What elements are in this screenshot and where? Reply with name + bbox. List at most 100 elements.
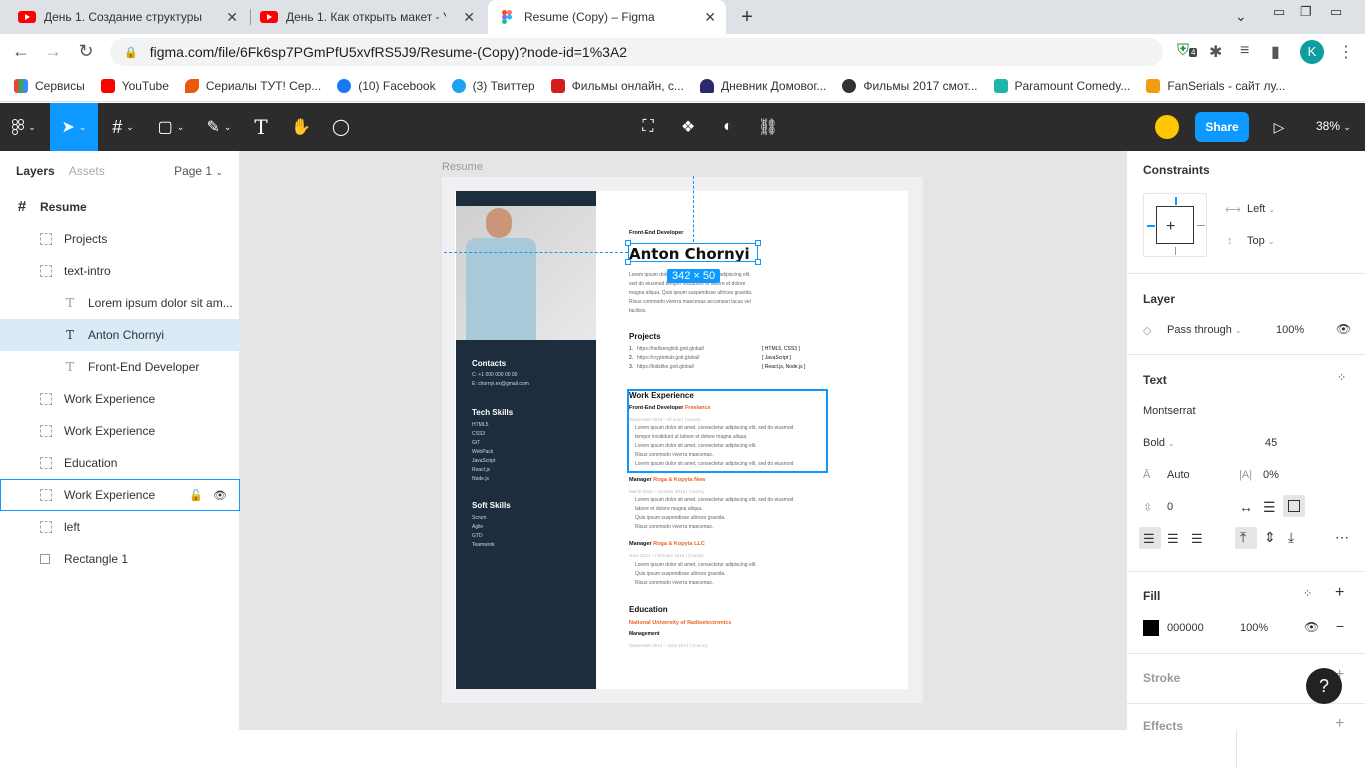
component-icon[interactable]: ❖ <box>673 103 703 151</box>
add-fill-icon[interactable]: + <box>1335 584 1344 602</box>
comment-tool-icon[interactable]: ◯ <box>326 103 356 151</box>
remove-fill-icon[interactable]: − <box>1336 618 1344 634</box>
layer-row[interactable]: Work Experience <box>0 383 240 415</box>
line-height-input[interactable]: Auto <box>1167 469 1190 481</box>
tab-layers[interactable]: Layers <box>16 164 55 178</box>
layer-row[interactable]: left <box>0 511 240 543</box>
close-icon[interactable]: ✕ <box>704 9 716 26</box>
selection-box[interactable] <box>628 243 758 262</box>
bookmark-item[interactable]: Фильмы онлайн, с... <box>550 78 684 93</box>
present-play-icon[interactable]: ▷ <box>1266 103 1292 151</box>
resize-handle[interactable] <box>755 240 761 246</box>
font-size-input[interactable]: 45 <box>1265 437 1277 449</box>
new-tab-button[interactable]: + <box>734 5 760 31</box>
back-icon[interactable]: ← <box>10 41 32 62</box>
font-weight-dropdown[interactable]: Bold ⌄ <box>1143 437 1175 449</box>
more-menu-icon[interactable]: ⋮ <box>1338 42 1354 62</box>
layer-row[interactable]: T Front-End Developer <box>0 351 240 383</box>
text-styles-grid-icon[interactable]: ⁘ <box>1337 371 1346 384</box>
layer-visibility-eye-icon[interactable]: 👁 <box>1336 322 1351 336</box>
share-button[interactable]: Share <box>1195 112 1249 142</box>
layer-row[interactable]: # Resume <box>0 191 240 223</box>
profile-avatar[interactable]: K <box>1300 40 1324 64</box>
bookmark-item[interactable]: Сервисы <box>14 78 85 93</box>
unlock-icon[interactable]: 🔓 <box>189 489 203 502</box>
fixed-size-button[interactable] <box>1283 495 1305 517</box>
main-menu-icon[interactable]: ⌄ <box>0 103 48 151</box>
align-center-icon[interactable]: ☰ <box>1167 531 1179 547</box>
move-tool-icon[interactable]: ➤ ⌄ <box>50 103 98 151</box>
mask-icon[interactable]: ◐ <box>713 103 743 151</box>
forward-icon[interactable]: → <box>42 41 64 62</box>
frame-label[interactable]: Resume <box>442 161 483 173</box>
fill-color-swatch[interactable] <box>1143 620 1159 636</box>
close-icon[interactable]: ✕ <box>463 9 475 26</box>
font-family-dropdown[interactable]: Montserrat <box>1143 405 1196 417</box>
align-bottom-icon[interactable]: ⤓ <box>1288 529 1294 546</box>
blend-mode-dropdown[interactable]: Pass through ⌄ <box>1167 324 1242 336</box>
align-right-icon[interactable]: ☰ <box>1191 531 1203 547</box>
constraint-bottom-bar[interactable] <box>1175 247 1176 255</box>
layer-opacity-input[interactable]: 100% <box>1276 324 1304 336</box>
browser-tab-active[interactable]: Resume (Copy) – Figma ✕ <box>488 0 726 34</box>
bookmark-item[interactable]: Сериалы ТУТ! Сер... <box>184 78 321 93</box>
address-bar[interactable]: 🔒 figma.com/file/6Fk6sp7PGmPfU5xvfRS5J9/… <box>110 38 1365 768</box>
align-middle-icon[interactable]: ⇕ <box>1264 529 1276 546</box>
layer-row[interactable]: text-intro <box>0 255 240 287</box>
layer-row[interactable]: T Lorem ipsum dolor sit am... <box>0 287 240 319</box>
bookmark-item[interactable]: Paramount Comedy... <box>993 78 1130 93</box>
browser-tab[interactable]: День 1. Создание структуры пр ✕ <box>8 0 248 34</box>
eye-icon[interactable]: 👁 <box>213 489 227 502</box>
frame-tool-icon[interactable]: # ⌄ <box>100 103 146 151</box>
bookmark-item[interactable]: (3) Твиттер <box>451 78 535 93</box>
extension-shield-icon[interactable]: ⛨ 4 <box>1177 42 1198 60</box>
close-icon[interactable]: ✕ <box>226 9 238 26</box>
media-icon[interactable]: ≡ <box>1240 42 1249 60</box>
bookmark-item[interactable]: YouTube <box>100 78 169 93</box>
add-effect-icon[interactable]: + <box>1335 715 1344 733</box>
layer-row[interactable]: Work Experience <box>0 415 240 447</box>
fill-opacity-input[interactable]: 100% <box>1240 622 1268 634</box>
bookmark-item[interactable]: (10) Facebook <box>337 78 436 93</box>
layer-row[interactable]: Projects <box>0 223 240 255</box>
close-window-icon[interactable]: ▭ <box>1330 4 1342 20</box>
bookmark-item[interactable]: FanSerials - сайт лу... <box>1146 78 1285 93</box>
restore-icon[interactable]: ❐ <box>1300 4 1312 20</box>
extensions-puzzle-icon[interactable]: ✱ <box>1209 42 1222 62</box>
constraint-left-bar[interactable] <box>1147 225 1155 227</box>
vertical-constraint-dropdown[interactable]: Top ⌄ <box>1247 235 1275 247</box>
rectangle-tool-icon[interactable]: ▢ ⌄ <box>148 103 194 151</box>
paragraph-spacing-input[interactable]: 0 <box>1167 501 1173 513</box>
tab-assets[interactable]: Assets <box>69 164 105 178</box>
layer-row[interactable]: Education <box>0 447 240 479</box>
letter-spacing-input[interactable]: 0% <box>1263 469 1279 481</box>
text-tool-icon[interactable]: T <box>246 103 276 151</box>
layer-row[interactable]: Rectangle 1 <box>0 543 240 575</box>
fill-styles-grid-icon[interactable]: ⁘ <box>1303 587 1312 600</box>
zoom-dropdown[interactable]: 38% ⌄ <box>1316 119 1351 133</box>
user-avatar[interactable] <box>1155 115 1179 139</box>
bookmark-item[interactable]: Фильмы 2017 смот... <box>842 78 978 93</box>
canvas[interactable]: Resume Contacts C: +1 000 000 00 00 E: c… <box>240 151 1126 730</box>
link-icon[interactable]: ⛓ <box>753 103 783 151</box>
pen-tool-icon[interactable]: ✎ ⌄ <box>196 103 242 151</box>
page-dropdown[interactable]: Page 1 ⌄ <box>174 164 223 178</box>
side-panel-icon[interactable]: ▮ <box>1271 42 1280 62</box>
auto-height-icon[interactable]: ☰ <box>1263 499 1276 516</box>
browser-tab[interactable]: День 1. Как открыть макет - You ✕ <box>250 0 485 34</box>
resize-handle[interactable] <box>755 259 761 265</box>
layer-row-selected[interactable]: T Anton Chornyi <box>0 319 240 351</box>
constraint-right-bar[interactable] <box>1197 225 1205 226</box>
constraint-top-bar[interactable] <box>1175 197 1177 205</box>
more-text-options-icon[interactable]: ⋯ <box>1335 529 1349 546</box>
reload-icon[interactable]: ↻ <box>75 41 97 62</box>
fill-visibility-eye-icon[interactable]: 👁 <box>1304 620 1319 634</box>
help-button[interactable]: ? <box>1306 668 1342 704</box>
crop-icon[interactable]: ⛶ <box>633 103 663 151</box>
constraints-widget[interactable]: + <box>1143 193 1207 257</box>
bookmark-item[interactable]: Дневник Домовог... <box>699 78 826 93</box>
horizontal-constraint-dropdown[interactable]: Left ⌄ <box>1247 203 1275 215</box>
auto-width-icon[interactable]: ↔ <box>1239 499 1253 515</box>
resize-handle[interactable] <box>625 240 631 246</box>
hand-tool-icon[interactable]: ✋ <box>286 103 316 151</box>
